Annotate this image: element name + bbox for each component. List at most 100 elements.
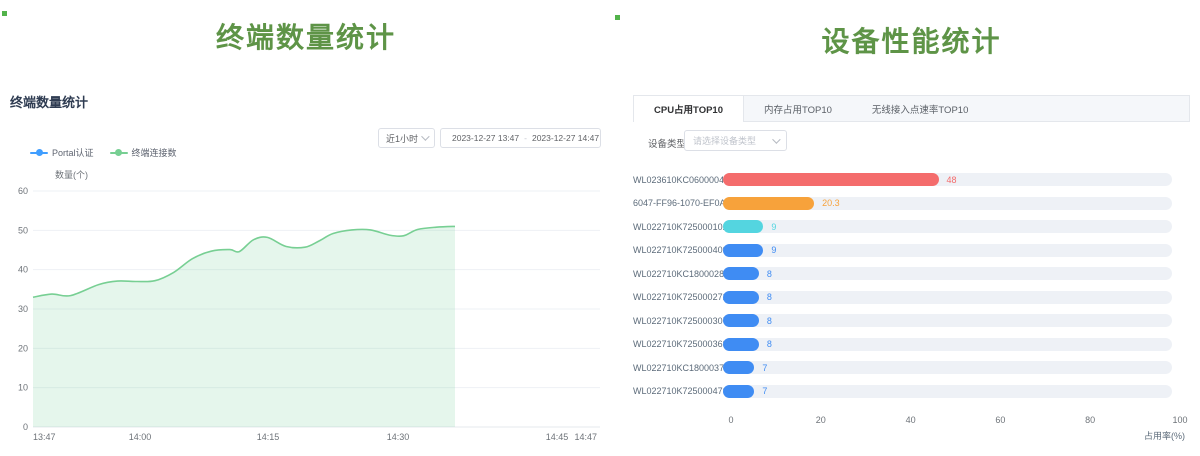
device-label: WL022710K725000307	[633, 316, 723, 326]
bar-row: WL022710K725000470 7	[633, 380, 1190, 404]
bar-row: WL022710K725000369 8	[633, 333, 1190, 357]
x-tick-label: 100	[1172, 415, 1187, 425]
y-tick-label: 40	[18, 265, 28, 275]
bar-row: WL022710KC18000280 8	[633, 262, 1190, 286]
bar-track: 20.3	[723, 197, 1172, 210]
bar-value-label: 20.3	[822, 198, 840, 208]
bar	[723, 314, 759, 327]
tab-cpu-top10[interactable]: CPU占用TOP10	[634, 96, 744, 122]
bar	[723, 267, 759, 280]
y-tick-label: 60	[18, 186, 28, 196]
left-panel-header: 终端数量统计	[10, 92, 88, 111]
y-axis-title: 数量(个)	[55, 168, 88, 181]
bar-value-label: 7	[762, 363, 767, 373]
bar	[723, 220, 763, 233]
bar-chart-x-axis: 020406080100	[731, 415, 1180, 427]
bar	[723, 173, 939, 186]
device-label: WL022710K725000409	[633, 245, 723, 255]
legend-item-0[interactable]: Portal认证	[30, 146, 94, 159]
x-axis-title: 占用率(%)	[633, 429, 1185, 442]
bar-track: 7	[723, 361, 1172, 374]
device-label: WL023610KC06000043	[633, 175, 723, 185]
bar	[723, 361, 754, 374]
legend-label: 终端连接数	[132, 146, 177, 159]
bar-value-label: 8	[767, 292, 772, 302]
date-range-picker[interactable]: 2023-12-27 13:47 - 2023-12-27 14:47	[440, 128, 601, 148]
device-label: WL022710KC18000372	[633, 363, 723, 373]
device-label: WL022710K725000272	[633, 292, 723, 302]
x-tick-label: 14:47	[574, 432, 597, 442]
bar-value-label: 7	[762, 386, 767, 396]
x-tick-label: 20	[816, 415, 826, 425]
bar	[723, 197, 814, 210]
bar-track: 7	[723, 385, 1172, 398]
device-type-placeholder: 请选择设备类型	[693, 134, 756, 147]
right-title-bullet-icon	[615, 15, 620, 20]
bar-track: 8	[723, 267, 1172, 280]
bar-row: WL022710KC18000372 7	[633, 356, 1190, 380]
device-type-select[interactable]: 请选择设备类型	[684, 130, 787, 151]
bar-value-label: 9	[771, 245, 776, 255]
bar-row: WL022710K725000272 8	[633, 286, 1190, 310]
device-label: WL022710K725000470	[633, 386, 723, 396]
bar-value-label: 8	[767, 269, 772, 279]
x-tick-label: 60	[995, 415, 1005, 425]
bar-row: WL022710K725000307 8	[633, 309, 1190, 333]
legend-label: Portal认证	[52, 146, 94, 159]
date-separator: -	[524, 133, 527, 143]
date-start: 2023-12-27 13:47	[452, 133, 519, 143]
bar-row: WL022710K725000102 9	[633, 215, 1190, 239]
legend-marker-icon	[30, 148, 48, 158]
device-type-label: 设备类型	[648, 136, 686, 150]
bar	[723, 291, 759, 304]
bar-value-label: 9	[771, 222, 776, 232]
line-chart-legend: Portal认证 终端连接数	[30, 146, 177, 159]
x-tick-label: 13:47	[33, 432, 56, 442]
legend-marker-icon	[110, 148, 128, 158]
tab-memory-top10[interactable]: 内存占用TOP10	[744, 96, 852, 121]
x-tick-label: 14:00	[129, 432, 152, 442]
chevron-down-icon	[772, 135, 780, 143]
bar-value-label: 8	[767, 339, 772, 349]
bar-track: 9	[723, 244, 1172, 257]
terminal-count-line-chart: 010203040506013:4714:0014:1514:3014:4514…	[0, 0, 620, 456]
device-label: WL022710K725000102	[633, 222, 723, 232]
bar-track: 8	[723, 338, 1172, 351]
chevron-down-icon	[421, 132, 429, 140]
bar-value-label: 48	[947, 175, 957, 185]
x-tick-label: 40	[906, 415, 916, 425]
legend-item-1[interactable]: 终端连接数	[110, 146, 177, 159]
x-tick-label: 14:30	[387, 432, 410, 442]
series-line	[33, 226, 455, 297]
bar	[723, 338, 759, 351]
bar	[723, 385, 754, 398]
device-label: WL022710K725000369	[633, 339, 723, 349]
device-label: 6047-FF96-1070-EF0A	[633, 198, 723, 208]
x-tick-label: 14:45	[546, 432, 569, 442]
time-range-value: 近1小时	[386, 132, 418, 145]
tab-wireless-rate-top10[interactable]: 无线接入点速率TOP10	[852, 96, 988, 121]
date-end: 2023-12-27 14:47	[532, 133, 599, 143]
bar-row: WL023610KC06000043 48	[633, 168, 1190, 192]
time-range-select[interactable]: 近1小时	[378, 128, 435, 148]
area-fill	[33, 226, 455, 427]
bar-value-label: 8	[767, 316, 772, 326]
x-tick-label: 80	[1085, 415, 1095, 425]
bar-row: WL022710K725000409 9	[633, 239, 1190, 263]
right-section-title: 设备性能统计	[633, 20, 1190, 60]
x-tick-label: 0	[728, 415, 733, 425]
bar-track: 8	[723, 314, 1172, 327]
bar	[723, 244, 763, 257]
left-section-title: 终端数量统计	[0, 16, 612, 56]
y-tick-label: 0	[23, 422, 28, 432]
bar-track: 8	[723, 291, 1172, 304]
y-tick-label: 30	[18, 304, 28, 314]
top10-tabbar: CPU占用TOP10 内存占用TOP10 无线接入点速率TOP10	[633, 95, 1190, 122]
x-tick-label: 14:15	[257, 432, 280, 442]
bar-track: 9	[723, 220, 1172, 233]
cpu-top10-bar-chart: WL023610KC06000043 48 6047-FF96-1070-EF0A 2…	[633, 168, 1190, 403]
y-tick-label: 10	[18, 383, 28, 393]
bar-row: 6047-FF96-1070-EF0A 20.3	[633, 192, 1190, 216]
device-label: WL022710KC18000280	[633, 269, 723, 279]
bar-track: 48	[723, 173, 1172, 186]
